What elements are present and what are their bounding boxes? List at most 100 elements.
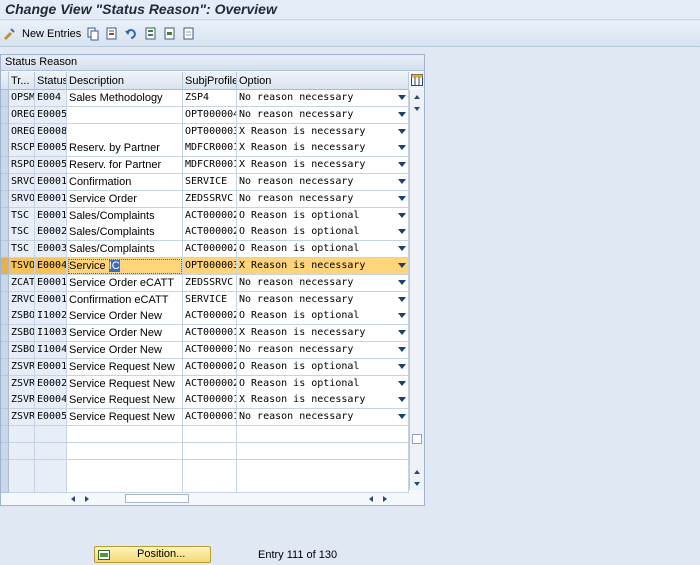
cell-subjprofile[interactable]: ACT000002: [183, 358, 237, 376]
table-row[interactable]: [1, 426, 409, 443]
cell-transaction[interactable]: ZSVR: [9, 409, 35, 427]
cell-description[interactable]: Sales Methodology: [67, 90, 183, 107]
cell-transaction[interactable]: ZSVR: [9, 375, 35, 393]
cell-transaction[interactable]: TSC: [9, 241, 35, 259]
cell-subjprofile[interactable]: ZEDSSRVC: [183, 274, 237, 292]
column-header-status[interactable]: Status: [35, 72, 67, 90]
dropdown-arrow-icon[interactable]: [398, 212, 406, 218]
row-selector[interactable]: [1, 90, 9, 107]
dropdown-arrow-icon[interactable]: [398, 145, 406, 151]
cell-transaction[interactable]: [9, 459, 35, 477]
table-row[interactable]: ZSVR E0002 Service Request New ACT000002 O R…: [1, 375, 409, 393]
cell-description[interactable]: Reserv. for Partner: [67, 157, 183, 175]
row-selector[interactable]: [1, 174, 9, 191]
row-selector[interactable]: [1, 140, 9, 158]
cell-option[interactable]: No reason necessary: [237, 409, 409, 427]
cell-transaction[interactable]: ZSVR: [9, 358, 35, 376]
cell-subjprofile[interactable]: ACT000001: [183, 342, 237, 359]
table-row[interactable]: RSCP E0005 Reserv. by Partner MDFCR0001 X Re…: [1, 140, 409, 158]
cell-status[interactable]: E0004: [35, 258, 67, 275]
dropdown-arrow-icon[interactable]: [398, 229, 406, 235]
cell-status[interactable]: E0005: [35, 140, 67, 158]
cell-status[interactable]: [35, 459, 67, 477]
table-row[interactable]: TSC E0002 Sales/Complaints ACT000002 O Reaso…: [1, 224, 409, 242]
cell-status[interactable]: E004: [35, 90, 67, 107]
table-row[interactable]: ZSVR E0004 Service Request New ACT000001 X R…: [1, 392, 409, 410]
table-row[interactable]: [1, 442, 409, 460]
scroll-thumb[interactable]: [412, 434, 422, 444]
cell-subjprofile[interactable]: ACT000002: [183, 224, 237, 242]
cell-option[interactable]: X Reason is necessary: [237, 123, 409, 141]
cell-option[interactable]: X Reason is necessary: [237, 157, 409, 175]
row-selector[interactable]: [1, 157, 9, 175]
cell-transaction[interactable]: ZSBO: [9, 308, 35, 326]
dropdown-arrow-icon[interactable]: [398, 195, 406, 201]
column-header-description[interactable]: Description: [67, 72, 183, 90]
cell-status[interactable]: E0001: [35, 291, 67, 309]
cell-status[interactable]: E0001: [35, 190, 67, 208]
cell-subjprofile[interactable]: ACT000001: [183, 409, 237, 427]
scroll-down-icon[interactable]: [414, 482, 420, 486]
table-row[interactable]: TSC E0001 Sales/Complaints ACT000002 O Reaso…: [1, 207, 409, 225]
cell-option[interactable]: No reason necessary: [237, 274, 409, 292]
cell-option[interactable]: No reason necessary: [237, 90, 409, 107]
cell-status[interactable]: E0005: [35, 409, 67, 427]
cell-description[interactable]: Service Request New: [67, 392, 183, 410]
cell-subjprofile[interactable]: ACT000002: [183, 308, 237, 326]
cell-transaction[interactable]: OPSM: [9, 90, 35, 107]
cell-subjprofile[interactable]: [183, 476, 237, 494]
cell-status[interactable]: E0008: [35, 123, 67, 141]
row-selector[interactable]: [1, 442, 9, 460]
dropdown-arrow-icon[interactable]: [398, 179, 406, 184]
position-button[interactable]: Position...: [94, 546, 211, 563]
cell-subjprofile[interactable]: [183, 459, 237, 477]
cell-subjprofile[interactable]: [183, 426, 237, 443]
cell-transaction[interactable]: TSC: [9, 207, 35, 225]
cell-description[interactable]: Service Request New: [67, 409, 183, 427]
cell-status[interactable]: I1004: [35, 342, 67, 359]
row-selector[interactable]: [1, 459, 9, 477]
table-row[interactable]: [1, 459, 409, 477]
cell-option[interactable]: X Reason is necessary: [237, 140, 409, 158]
cell-description[interactable]: [67, 426, 183, 443]
cell-option[interactable]: X Reason is necessary: [237, 325, 409, 343]
cell-status[interactable]: [35, 476, 67, 494]
row-selector[interactable]: [1, 308, 9, 326]
display-change-button[interactable]: [2, 26, 16, 42]
row-selector[interactable]: [1, 409, 9, 427]
dropdown-arrow-icon[interactable]: [398, 397, 406, 403]
table-row[interactable]: TSC E0003 Sales/Complaints ACT000002 O Reaso…: [1, 241, 409, 259]
cell-description[interactable]: Service Order New: [67, 308, 183, 326]
cell-status[interactable]: E0005: [35, 106, 67, 124]
dropdown-arrow-icon[interactable]: [398, 246, 406, 252]
table-row[interactable]: OREG E0008 OPT000003 X Reason is necessary: [1, 123, 409, 141]
select-all-rows-handle[interactable]: [1, 72, 9, 90]
cell-subjprofile[interactable]: ACT000002: [183, 241, 237, 259]
cell-status[interactable]: E0001: [35, 274, 67, 292]
select-all-button[interactable]: [144, 26, 158, 42]
scroll-right-icon[interactable]: [85, 496, 89, 502]
row-selector[interactable]: [1, 291, 9, 309]
row-selector[interactable]: [1, 358, 9, 376]
cell-transaction[interactable]: TSC: [9, 224, 35, 242]
row-selector[interactable]: [1, 325, 9, 343]
table-row[interactable]: SRVO E0001 Service Order ZEDSSRVC No reason …: [1, 190, 409, 208]
cell-description[interactable]: Service Order: [67, 190, 183, 208]
undo-button[interactable]: [124, 26, 138, 42]
cell-status[interactable]: [35, 442, 67, 460]
cell-status[interactable]: E0002: [35, 224, 67, 242]
dropdown-arrow-icon[interactable]: [398, 347, 406, 352]
cell-description[interactable]: Service Request New: [67, 375, 183, 393]
cell-status[interactable]: E0001: [35, 358, 67, 376]
scroll-end-right-icon[interactable]: [383, 496, 387, 502]
cell-subjprofile[interactable]: ACT000002: [183, 375, 237, 393]
row-selector[interactable]: [1, 375, 9, 393]
row-selector[interactable]: [1, 258, 9, 275]
cell-status[interactable]: E0003: [35, 241, 67, 259]
row-selector[interactable]: [1, 123, 9, 141]
cell-description[interactable]: Reserv. by Partner: [67, 140, 183, 158]
dropdown-arrow-icon[interactable]: [398, 95, 406, 100]
cell-transaction[interactable]: OREG: [9, 106, 35, 124]
dropdown-arrow-icon[interactable]: [398, 263, 406, 268]
delete-button[interactable]: [105, 26, 119, 42]
